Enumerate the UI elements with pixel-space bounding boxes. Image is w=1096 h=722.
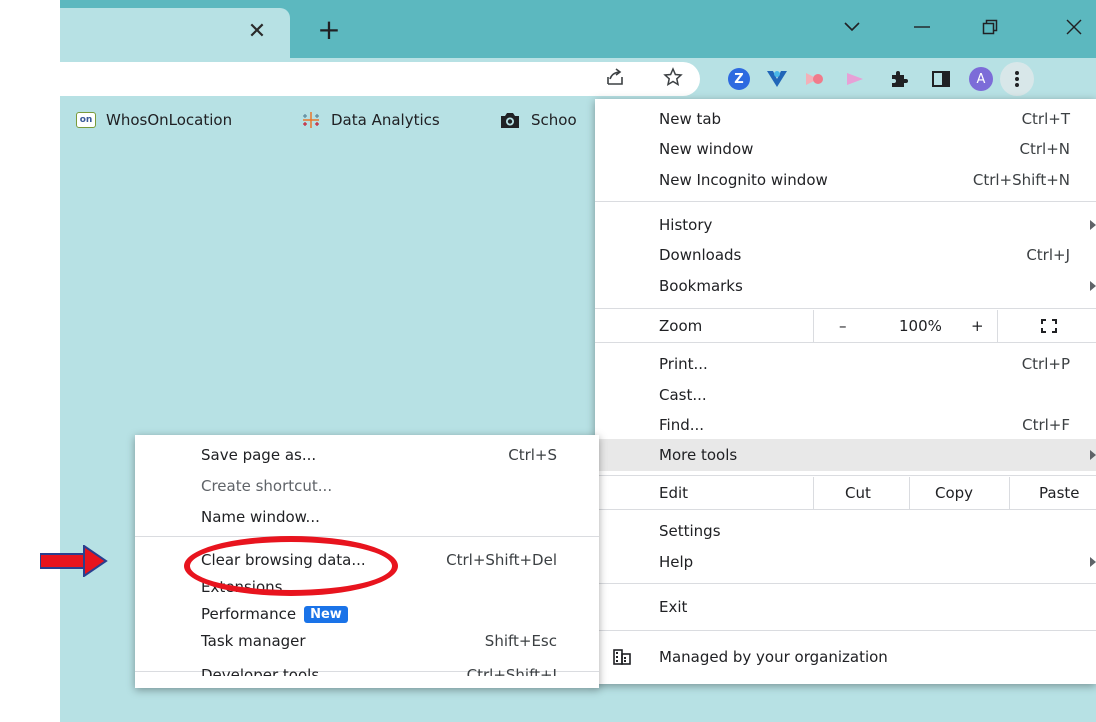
new-badge: New xyxy=(304,606,348,623)
menu-item-new-incognito[interactable]: New Incognito window Ctrl+Shift+N xyxy=(595,165,1096,195)
submenu-item-create-shortcut[interactable]: Create shortcut... xyxy=(135,472,599,500)
copy-button[interactable]: Copy xyxy=(935,484,973,502)
extensions-puzzle-icon[interactable] xyxy=(884,64,914,94)
menu-separator xyxy=(595,308,1096,309)
menu-item-find[interactable]: Find... Ctrl+F xyxy=(595,410,1096,440)
zoom-level: 100% xyxy=(899,317,942,335)
zoom-extension-icon[interactable]: Z xyxy=(724,64,754,94)
menu-item-new-window[interactable]: New window Ctrl+N xyxy=(595,134,1096,164)
submenu-item-performance[interactable]: Performance New xyxy=(135,600,599,628)
menu-item-help[interactable]: Help xyxy=(595,547,1096,577)
menu-separator xyxy=(595,342,1096,343)
bookmark-whosonlocation[interactable]: on WhosOnLocation xyxy=(76,109,232,131)
highlight-ellipse-annotation xyxy=(184,536,398,596)
restore-icon[interactable] xyxy=(970,12,1010,42)
menu-separator xyxy=(595,201,1096,202)
menu-separator xyxy=(595,630,1096,631)
address-bar[interactable] xyxy=(60,62,700,96)
screencast-extension-icon[interactable] xyxy=(800,64,830,94)
toolbar: Z A xyxy=(60,58,1096,100)
arrow-annotation-icon xyxy=(40,545,108,577)
chrome-main-menu: New tab Ctrl+T New window Ctrl+N New Inc… xyxy=(595,99,1096,684)
side-panel-icon[interactable] xyxy=(926,64,956,94)
camera-icon xyxy=(499,110,521,130)
menu-item-print[interactable]: Print... Ctrl+P xyxy=(595,349,1096,379)
submenu-item-name-window[interactable]: Name window... xyxy=(135,503,599,531)
menu-item-history[interactable]: History xyxy=(595,210,1096,240)
building-icon xyxy=(613,649,631,669)
heart-extension-icon[interactable] xyxy=(762,64,792,94)
submenu-arrow-icon xyxy=(1088,450,1096,460)
bookmark-star-icon[interactable] xyxy=(658,62,688,92)
minimize-icon[interactable] xyxy=(902,12,942,42)
menu-item-exit[interactable]: Exit xyxy=(595,592,1096,622)
zoom-in-button[interactable]: + xyxy=(971,317,984,335)
menu-separator xyxy=(595,509,1096,510)
profile-avatar[interactable]: A xyxy=(966,64,996,94)
submenu-arrow-icon xyxy=(1088,220,1096,230)
menu-item-managed[interactable]: Managed by your organization xyxy=(595,642,1096,672)
bookmark-data-analytics[interactable]: Data Analytics xyxy=(301,109,440,131)
kebab-icon xyxy=(1015,71,1019,87)
plus-icon[interactable]: + xyxy=(316,16,342,44)
menu-separator xyxy=(595,583,1096,584)
zoom-out-button[interactable]: – xyxy=(839,317,847,335)
menu-item-zoom: Zoom – 100% + xyxy=(595,310,1096,342)
tab-strip: ✕ + xyxy=(60,0,1096,58)
menu-item-bookmarks[interactable]: Bookmarks xyxy=(595,271,1096,301)
paste-button[interactable]: Paste xyxy=(1039,484,1080,502)
menu-item-more-tools[interactable]: More tools xyxy=(595,439,1096,471)
fullscreen-icon[interactable] xyxy=(1041,319,1057,337)
submenu-item-save-page[interactable]: Save page as... Ctrl+S xyxy=(135,441,599,469)
share-icon[interactable] xyxy=(600,62,630,92)
submenu-arrow-icon xyxy=(1088,281,1096,291)
tableau-icon xyxy=(301,110,321,130)
cut-button[interactable]: Cut xyxy=(845,484,871,502)
whosonlocation-icon: on xyxy=(76,112,96,128)
bookmark-schoo[interactable]: Schoo xyxy=(499,109,577,131)
pink-extension-icon[interactable] xyxy=(840,64,870,94)
menu-separator xyxy=(595,475,1096,476)
menu-item-cast[interactable]: Cast... xyxy=(595,380,1096,410)
menu-item-settings[interactable]: Settings xyxy=(595,516,1096,546)
submenu-item-task-manager[interactable]: Task manager Shift+Esc xyxy=(135,627,599,655)
menu-item-downloads[interactable]: Downloads Ctrl+J xyxy=(595,240,1096,270)
submenu-separator xyxy=(135,536,599,537)
close-icon[interactable]: ✕ xyxy=(244,18,270,44)
menu-item-new-tab[interactable]: New tab Ctrl+T xyxy=(595,104,1096,134)
submenu-arrow-icon xyxy=(1088,557,1096,567)
menu-item-edit: Edit Cut Copy Paste xyxy=(595,477,1096,509)
tab-search-chevron-icon[interactable] xyxy=(832,12,872,42)
kebab-menu-button[interactable] xyxy=(1000,62,1034,96)
active-tab[interactable]: ✕ xyxy=(60,8,290,58)
close-window-icon[interactable] xyxy=(1054,12,1094,42)
